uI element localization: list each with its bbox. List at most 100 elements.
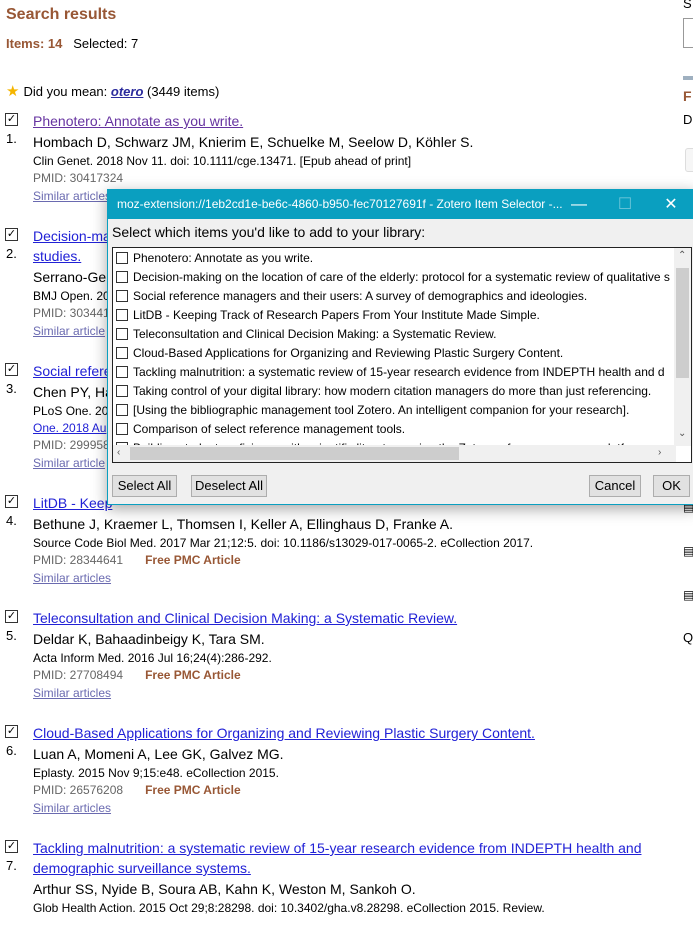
result-title-link[interactable]: Phenotero: Annotate as you write. (33, 111, 673, 131)
selector-item[interactable]: [Using the bibliographic management tool… (116, 401, 676, 420)
result-number: 5. (6, 628, 17, 643)
free-pmc-badge[interactable]: Free PMC Article (145, 783, 241, 797)
similar-articles-link[interactable]: Similar article (33, 456, 105, 470)
result-title-link[interactable]: Cloud-Based Applications for Organizing … (33, 723, 673, 743)
item-checkbox[interactable] (116, 290, 128, 302)
did-you-mean-label: Did you mean: (23, 84, 108, 99)
selector-item-title: Phenotero: Annotate as you write. (133, 251, 314, 265)
vertical-scrollbar[interactable]: ⌃ ⌄ (674, 248, 691, 446)
item-list: Phenotero: Annotate as you write. Decisio… (112, 247, 692, 463)
page-title: Search results (6, 6, 117, 23)
selector-item[interactable]: Phenotero: Annotate as you write. (116, 249, 676, 268)
document-icon[interactable]: ▤ (683, 544, 693, 558)
item-checkbox[interactable] (116, 423, 128, 435)
result-journal: Clin Genet. 2018 Nov 11. doi: 10.1111/cg… (33, 154, 412, 168)
sidebar-input[interactable] (683, 18, 693, 48)
result-authors: Hombach D, Schwarz JM, Knierim E, Schuel… (33, 134, 474, 150)
similar-articles-link[interactable]: Similar articles (33, 686, 111, 700)
similar-articles-link[interactable]: Similar articles (33, 571, 111, 585)
scroll-left-icon[interactable]: ‹ (117, 447, 120, 458)
pmid: PMID: 303441 (33, 306, 110, 320)
result-checkbox[interactable]: ✓ (5, 610, 18, 623)
result-checkbox[interactable]: ✓ (5, 495, 18, 508)
selector-item[interactable]: Tackling malnutrition: a systematic revi… (116, 363, 676, 382)
result-checkbox[interactable]: ✓ (5, 113, 18, 126)
item-checkbox[interactable] (116, 252, 128, 264)
item-checkbox[interactable] (116, 328, 128, 340)
horizontal-scrollbar[interactable]: ‹ › (113, 445, 676, 462)
selector-item-title: [Using the bibliographic management tool… (133, 403, 630, 417)
result-checkbox[interactable]: ✓ (5, 840, 18, 853)
dialog-prompt: Select which items you'd like to add to … (112, 224, 426, 240)
cancel-button[interactable]: Cancel (589, 475, 641, 497)
result-pmid: PMID: 30417324 (33, 170, 683, 187)
scrollbar-thumb[interactable] (676, 268, 689, 378)
suggestion-count: (3449 items) (147, 84, 220, 99)
item-checkbox[interactable] (116, 309, 128, 321)
result-title-link[interactable]: Tackling malnutrition: a systematic revi… (33, 838, 673, 878)
free-pmc-badge[interactable]: Free PMC Article (145, 668, 241, 682)
item-checkbox[interactable] (116, 385, 128, 397)
selector-item-title: Cloud-Based Applications for Organizing … (133, 346, 564, 360)
result-number: 7. (6, 858, 17, 873)
similar-articles-link[interactable]: Similar articles (33, 189, 111, 203)
item-checkbox[interactable] (116, 347, 128, 359)
sidebar-text: D (683, 112, 693, 127)
result-pmid: PMID: 27708494 Free PMC Article (33, 667, 683, 684)
minimize-icon[interactable]: — (559, 190, 599, 219)
selector-item[interactable]: Comparison of select reference managemen… (116, 420, 676, 439)
result-item: ✓ 6. Cloud-Based Applications for Organizi… (0, 723, 683, 817)
ok-button[interactable]: OK (653, 475, 690, 497)
free-pmc-badge[interactable]: Free PMC Article (145, 553, 241, 567)
dialog-titlebar: moz-extension://1eb2cd1e-be6c-4860-b950-… (108, 190, 693, 219)
result-number: 6. (6, 743, 17, 758)
scroll-up-icon[interactable]: ⌃ (678, 250, 686, 261)
suggestion-link[interactable]: otero (111, 84, 144, 99)
result-item: ✓ 7. Tackling malnutrition: a systematic r… (0, 838, 683, 917)
selector-item[interactable]: LitDB - Keeping Track of Research Papers… (116, 306, 676, 325)
scroll-right-icon[interactable]: › (658, 447, 661, 458)
result-journal: Acta Inform Med. 2016 Jul 16;24(4):286-2… (33, 651, 272, 665)
result-authors: Luan A, Momeni A, Lee GK, Galvez MG. (33, 746, 284, 762)
item-checkbox[interactable] (116, 366, 128, 378)
result-authors: Bethune J, Kraemer L, Thomsen I, Keller … (33, 516, 453, 532)
deselect-all-button[interactable]: Deselect All (191, 475, 267, 497)
item-checkbox[interactable] (116, 404, 128, 416)
selected-count: Selected: 7 (73, 36, 139, 51)
close-icon[interactable]: ✕ (651, 190, 691, 219)
selector-item[interactable]: Teleconsultation and Clinical Decision M… (116, 325, 676, 344)
maximize-icon[interactable]: ☐ (605, 190, 645, 219)
selector-item[interactable]: Cloud-Based Applications for Organizing … (116, 344, 676, 363)
sidebar-button[interactable] (685, 148, 693, 172)
select-all-button[interactable]: Select All (112, 475, 177, 497)
search-icon[interactable]: Q (683, 630, 693, 645)
pmid: PMID: 27708494 (33, 668, 124, 682)
result-title-link[interactable]: Teleconsultation and Clinical Decision M… (33, 608, 673, 628)
document-icon[interactable]: ▤ (683, 588, 693, 602)
similar-articles-link[interactable]: Similar article (33, 324, 105, 338)
result-checkbox[interactable]: ✓ (5, 363, 18, 376)
selector-item-title: Teleconsultation and Clinical Decision M… (133, 327, 497, 341)
selector-item[interactable]: Taking control of your digital library: … (116, 382, 676, 401)
zotero-item-selector-dialog: moz-extension://1eb2cd1e-be6c-4860-b950-… (107, 189, 693, 505)
result-item: ✓ 5. Teleconsultation and Clinical Decisio… (0, 608, 683, 702)
scrollbar-thumb[interactable] (130, 447, 459, 460)
item-checkbox[interactable] (116, 271, 128, 283)
result-pmid: PMID: 28344641 Free PMC Article (33, 552, 683, 569)
result-journal: Eplasty. 2015 Nov 9;15:e48. eCollection … (33, 766, 279, 780)
selector-item-title: Decision-making on the location of care … (133, 270, 670, 284)
scroll-down-icon[interactable]: ⌄ (678, 428, 686, 439)
selector-item-title: Tackling malnutrition: a systematic revi… (133, 365, 665, 379)
result-number: 3. (6, 381, 17, 396)
result-journal: Source Code Biol Med. 2017 Mar 21;12:5. … (33, 536, 534, 550)
selector-item-title: LitDB - Keeping Track of Research Papers… (133, 308, 540, 322)
selector-item[interactable]: Social reference managers and their user… (116, 287, 676, 306)
result-number: 2. (6, 246, 17, 261)
selector-item[interactable]: Decision-making on the location of care … (116, 268, 676, 287)
similar-articles-link[interactable]: Similar articles (33, 801, 111, 815)
dialog-title: moz-extension://1eb2cd1e-be6c-4860-b950-… (117, 197, 563, 211)
selector-item-title: Social reference managers and their user… (133, 289, 588, 303)
result-checkbox[interactable]: ✓ (5, 228, 18, 241)
result-checkbox[interactable]: ✓ (5, 725, 18, 738)
result-authors: Arthur SS, Nyide B, Soura AB, Kahn K, We… (33, 881, 416, 897)
